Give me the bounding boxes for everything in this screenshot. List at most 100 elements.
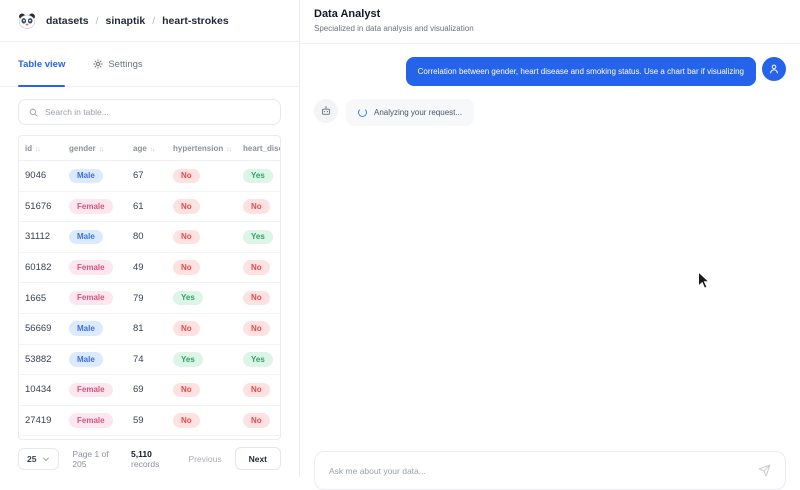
status-text: Analyzing your request...: [374, 108, 463, 117]
column-header-heart-disease[interactable]: heart_disease: [237, 136, 280, 161]
table-row: 9046 Male 67 No Yes: [19, 160, 280, 192]
tab-table-view[interactable]: Table view: [18, 42, 66, 87]
gender-pill: Female: [69, 413, 113, 428]
breadcrumb: datasets / sinaptik / heart-strokes: [46, 15, 229, 27]
heart-disease-pill: No: [243, 321, 270, 337]
chat-input-placeholder: Ask me about your data...: [329, 465, 426, 476]
tab-settings-label: Settings: [108, 58, 143, 70]
column-header-age[interactable]: age ↑↓: [127, 136, 167, 161]
page-size-select[interactable]: 25: [18, 447, 60, 470]
heart-disease-pill: Yes: [243, 352, 273, 367]
gear-icon: [93, 59, 104, 69]
hypertension-pill: Yes: [173, 352, 203, 367]
heart-disease-pill: Yes: [243, 229, 273, 245]
gender-pill: Male: [69, 229, 103, 245]
breadcrumb-item-sinaptik[interactable]: sinaptik: [106, 15, 146, 27]
next-button[interactable]: Next: [234, 447, 282, 470]
cell-id: 56669: [19, 313, 63, 345]
user-message-bubble: Correlation between gender, heart diseas…: [405, 57, 756, 86]
status-bubble: Analyzing your request...: [346, 99, 475, 126]
breadcrumb-item-datasets[interactable]: datasets: [46, 15, 89, 27]
gender-pill: Female: [69, 260, 113, 275]
records-count: 5,110 records: [131, 448, 160, 469]
hypertension-pill: No: [173, 382, 200, 398]
hypertension-pill: No: [173, 321, 200, 337]
gender-pill: Male: [69, 321, 103, 337]
person-icon: [770, 64, 778, 74]
cell-age: 74: [127, 344, 167, 376]
tab-table-view-label: Table view: [18, 58, 66, 70]
cell-age: 67: [127, 160, 167, 192]
tab-bar: Table view Settings: [0, 42, 299, 87]
heart-disease-pill: Yes: [243, 168, 273, 184]
chat-input[interactable]: Ask me about your data...: [314, 451, 786, 490]
gender-pill: Female: [69, 382, 113, 398]
table-row: 51676 Female 61 No No: [19, 191, 280, 223]
search-icon: [29, 108, 38, 117]
heart-disease-pill: No: [243, 382, 270, 398]
cell-age: 81: [127, 313, 167, 345]
cell-age: 59: [127, 405, 167, 437]
cell-age: 79: [127, 282, 167, 314]
table-header-row: id ↑↓ gender ↑↓ age ↑↓ hypertension ↑↓ heart…: [19, 136, 280, 161]
heart-disease-pill: No: [243, 290, 270, 306]
gender-pill: Female: [69, 199, 113, 214]
gender-pill: Female: [69, 290, 113, 306]
cell-age: 80: [127, 221, 167, 253]
cell-id: 53882: [19, 344, 63, 376]
cell-id: 10434: [19, 374, 63, 406]
gender-pill: Male: [69, 352, 103, 367]
data-table: id ↑↓ gender ↑↓ age ↑↓ hypertension ↑↓ heart…: [18, 135, 281, 440]
agent-subtitle: Specialized in data analysis and visuali…: [314, 24, 474, 33]
cell-id: 51676: [19, 191, 63, 223]
table-row: 31112 Male 80 No Yes: [19, 221, 280, 253]
dataset-panel: datasets / sinaptik / heart-strokes Tabl…: [0, 0, 300, 477]
previous-button[interactable]: Previous: [189, 454, 222, 464]
user-avatar: [762, 57, 786, 81]
table-row: 53882 Male 74 Yes Yes: [19, 344, 280, 376]
cell-id: 31112: [19, 221, 63, 253]
cell-id: 60182: [19, 252, 63, 284]
cell-id: 9046: [19, 160, 63, 192]
hypertension-pill: No: [173, 229, 200, 245]
chat-panel: Data Analyst Specialized in data analysi…: [300, 0, 800, 490]
breadcrumb-item-heart-strokes[interactable]: heart-strokes: [162, 15, 229, 27]
sort-icon[interactable]: ↑↓: [99, 146, 104, 153]
cell-age: 69: [127, 374, 167, 406]
hypertension-pill: No: [173, 413, 200, 428]
hypertension-pill: No: [173, 199, 200, 214]
table-body: 9046 Male 67 No Yes 51676 Female 61 No N…: [19, 160, 280, 439]
tab-settings[interactable]: Settings: [93, 42, 143, 86]
search-placeholder: Search in table...: [45, 107, 109, 117]
loading-spinner-icon: [358, 108, 367, 117]
page-size-value: 25: [27, 453, 37, 464]
page-info: Page 1 of 205: [72, 448, 109, 469]
table-row: 27419 Female 59 No No: [19, 405, 280, 437]
column-header-id[interactable]: id ↑↓: [19, 136, 63, 161]
column-header-hypertension[interactable]: hypertension ↑↓: [167, 136, 237, 161]
app-window: datasets / sinaptik / heart-strokes Tabl…: [0, 0, 800, 490]
search-area: Search in table...: [0, 87, 299, 135]
chat-header: Data Analyst Specialized in data analysi…: [300, 0, 800, 44]
sort-icon[interactable]: ↑↓: [226, 146, 231, 153]
breadcrumb-separator: /: [152, 14, 156, 27]
sort-icon[interactable]: ↑↓: [35, 146, 40, 153]
panda-logo-icon: [18, 13, 36, 29]
pagination-bar: 25 Page 1 of 205 5,110 records Previous …: [0, 440, 299, 477]
chat-messages: Correlation between gender, heart diseas…: [300, 44, 800, 477]
sort-icon[interactable]: ↑↓: [150, 146, 155, 153]
agent-title: Data Analyst: [314, 8, 381, 20]
user-message-row: Correlation between gender, heart diseas…: [314, 57, 786, 86]
table-row: 56669 Male 81 No No: [19, 313, 280, 345]
send-icon[interactable]: [758, 464, 771, 477]
cell-age: 61: [127, 191, 167, 223]
cell-age: 49: [127, 252, 167, 284]
table-search-input[interactable]: Search in table...: [18, 99, 281, 125]
table-row: 1665 Female 79 Yes No: [19, 282, 280, 314]
gender-pill: Male: [69, 168, 103, 184]
cell-id: 1665: [19, 282, 63, 314]
column-header-gender[interactable]: gender ↑↓: [63, 136, 127, 161]
hypertension-pill: Yes: [173, 290, 203, 306]
hypertension-pill: No: [173, 168, 200, 184]
robot-icon: [321, 106, 331, 115]
